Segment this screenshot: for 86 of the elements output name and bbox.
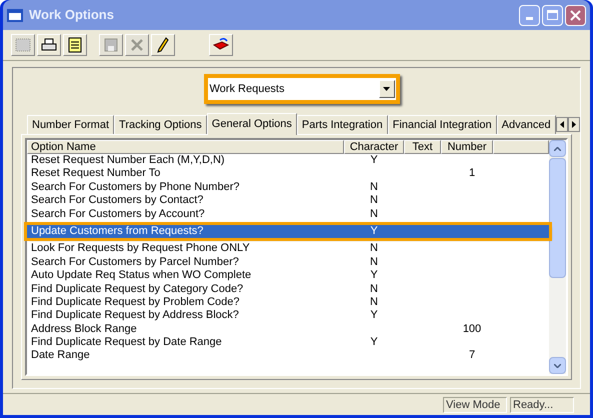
- table-row[interactable]: Auto Update Req Status when WO Complete Y: [27, 269, 549, 283]
- window-title: Work Options: [29, 6, 115, 24]
- screen-icon: [15, 38, 31, 52]
- tab[interactable]: Tracking Options: [114, 115, 207, 134]
- scroll-up-button[interactable]: [549, 140, 566, 157]
- document-icon: [68, 37, 82, 53]
- table-row[interactable]: Find Duplicate Request by Problem Code? N: [27, 296, 549, 310]
- table-row[interactable]: Search For Customers by Phone Number? N: [27, 180, 549, 194]
- option-name: Update Customers from Requests?: [30, 224, 204, 238]
- tab[interactable]: Parts Integration: [296, 115, 388, 134]
- option-name: Find Duplicate Request by Category Code?: [30, 282, 244, 296]
- close-button[interactable]: [565, 4, 586, 26]
- option-name: Reset Request Number To: [30, 167, 162, 181]
- table-row[interactable]: Search For Customers by Account? N: [27, 208, 549, 221]
- character-cell: Y: [370, 336, 378, 350]
- number-cell: 7: [468, 349, 476, 363]
- tab[interactable]: Financial Integration: [388, 115, 497, 134]
- maximize-button[interactable]: [542, 4, 563, 26]
- number-cell: 100: [462, 322, 482, 336]
- character-cell: Y: [370, 154, 378, 168]
- table-row[interactable]: Reset Request Number Each (M,Y,D,N) Y: [27, 154, 549, 168]
- tab-scroll-right[interactable]: [568, 117, 580, 132]
- status-panel: View Mode: [443, 396, 507, 412]
- tab[interactable]: Advanced: [496, 115, 556, 134]
- pencil-icon: [157, 37, 169, 53]
- scroll-down-button[interactable]: [549, 357, 566, 374]
- toolbar-button[interactable]: [63, 34, 87, 56]
- scroll-thumb[interactable]: [549, 158, 566, 278]
- option-name: Address Block Range: [30, 322, 138, 336]
- option-name: Search For Customers by Parcel Number?: [30, 256, 240, 270]
- character-cell: N: [370, 208, 378, 221]
- down-chevron-icon: [554, 364, 561, 368]
- option-name: Look For Requests by Request Phone ONLY: [30, 242, 251, 256]
- table-row[interactable]: Look For Requests by Request Phone ONLY N: [27, 242, 549, 256]
- character-cell: Y: [370, 309, 378, 323]
- column-header[interactable]: Character: [344, 140, 404, 154]
- character-cell: N: [370, 194, 378, 208]
- option-name: Find Duplicate Request by Date Range: [30, 336, 223, 350]
- toolbar-button[interactable]: [37, 34, 61, 56]
- window-icon: [7, 8, 23, 22]
- character-cell: N: [370, 180, 378, 194]
- table-row[interactable]: Search For Customers by Parcel Number? N: [27, 256, 549, 270]
- table-row[interactable]: Search For Customers by Contact? N: [27, 194, 549, 208]
- table-row[interactable]: Address Block Range 100: [27, 322, 549, 336]
- character-cell: N: [370, 256, 378, 270]
- character-cell: N: [370, 296, 378, 310]
- option-name: Find Duplicate Request by Problem Code?: [30, 296, 241, 310]
- table-row[interactable]: Find Duplicate Request by Category Code? N: [27, 282, 549, 296]
- character-cell: N: [370, 282, 378, 296]
- status-panel: Ready...: [510, 396, 574, 412]
- left-arrow-icon: [560, 121, 564, 128]
- dropdown-value: Work Requests: [208, 82, 286, 97]
- minimize-button[interactable]: [519, 4, 540, 26]
- module-dropdown[interactable]: Work Requests: [204, 74, 400, 104]
- tab[interactable]: General Options: [206, 113, 297, 135]
- number-cell: 1: [468, 167, 476, 181]
- column-header[interactable]: Text: [404, 140, 441, 154]
- column-header[interactable]: Number: [441, 140, 493, 154]
- table-row[interactable]: Find Duplicate Request by Date Range Y: [27, 336, 549, 350]
- option-name: Reset Request Number Each (M,Y,D,N): [30, 154, 226, 168]
- close-icon: [570, 10, 581, 20]
- x-icon: [130, 38, 144, 52]
- right-arrow-icon: [572, 121, 576, 128]
- option-name: Find Duplicate Request by Address Block?: [30, 309, 240, 323]
- table-row[interactable]: Find Duplicate Request by Address Block? Y: [27, 309, 549, 323]
- up-chevron-icon: [554, 146, 561, 150]
- option-name: Search For Customers by Contact?: [30, 194, 204, 208]
- tab[interactable]: Number Format: [27, 115, 114, 134]
- table-row[interactable]: Reset Request Number To 1: [27, 167, 549, 181]
- toolbar-button[interactable]: [151, 34, 175, 56]
- printer-icon: [41, 38, 57, 52]
- character-cell: Y: [370, 269, 378, 283]
- dropdown-toggle[interactable]: [378, 80, 394, 98]
- table-row[interactable]: Update Customers from Requests? Y: [27, 224, 549, 238]
- toolbar-button[interactable]: [209, 34, 233, 56]
- scrollbar[interactable]: [549, 140, 566, 374]
- caret-icon: [383, 87, 390, 91]
- table-row[interactable]: Date Range 7: [27, 349, 549, 363]
- option-name: Search For Customers by Account?: [30, 208, 206, 221]
- character-cell: Y: [370, 224, 378, 238]
- option-name: Date Range: [30, 349, 91, 363]
- character-cell: N: [370, 242, 378, 256]
- column-header[interactable]: Option Name: [27, 140, 344, 154]
- option-name: Auto Update Req Status when WO Complete: [30, 269, 252, 283]
- tab-scroll-left[interactable]: [556, 117, 568, 132]
- option-name: Search For Customers by Phone Number?: [30, 180, 240, 194]
